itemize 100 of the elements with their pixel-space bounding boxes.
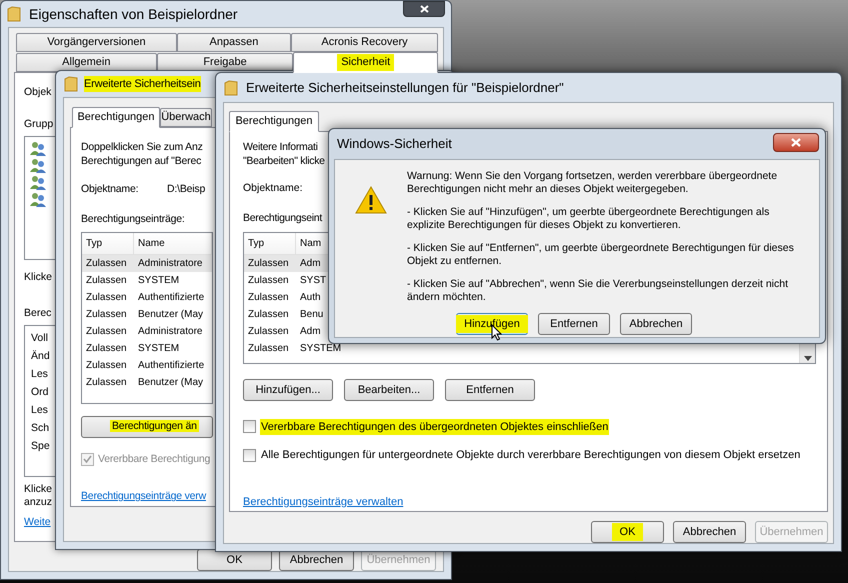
- down-arrow-icon[interactable]: [804, 356, 812, 360]
- description-text: Doppelklicken Sie zum Anz Berechtigungen auf "Berec: [81, 140, 203, 168]
- tab[interactable]: Allgemein: [16, 53, 157, 72]
- tab[interactable]: Berechtigungen: [72, 107, 160, 128]
- warning-text: - Klicken Sie auf "Abbrechen", wenn Sie die Vererbungseinstellungen derzeit nicht ändern möchten.: [407, 278, 790, 304]
- warning-text: - Klicken Sie auf "Entfernen", um geerbte übergeordnete Berechtigungen für dieses Objekt zu entfernen.: [407, 242, 795, 268]
- table-cell-text: Zulassen: [247, 308, 290, 322]
- table-cell-text: Benu: [299, 308, 324, 322]
- dialog-button[interactable]: Abbrechen: [620, 313, 692, 335]
- folder-icon: [64, 76, 78, 92]
- window-title: Eigenschaften von Beispielordner: [29, 4, 238, 24]
- hint-text: Klicke anzuz: [24, 483, 52, 509]
- table-cell-text: Zulassen: [85, 308, 128, 322]
- description-text: Weitere Informati "Bearbeiten" klicke: [243, 140, 325, 168]
- label: Grupp: [24, 116, 54, 132]
- table-cell-text: Zulassen: [85, 342, 128, 356]
- table-row[interactable]: Zulassen Administratore: [82, 322, 212, 340]
- dialog-button[interactable]: Entfernen: [538, 313, 610, 335]
- change-permissions-button[interactable]: Berechtigungen än: [81, 416, 213, 438]
- object-path: D:\Beisp: [167, 182, 206, 197]
- table-cell-text: SYST: [299, 274, 328, 288]
- link[interactable]: Berechtigungseinträge verw: [81, 489, 206, 505]
- user-group-icon: [30, 174, 47, 190]
- dialog-button[interactable]: Hinzufügen: [456, 313, 528, 335]
- list-item: Spe: [31, 439, 50, 454]
- tab[interactable]: Anpassen: [176, 33, 292, 52]
- column-header[interactable]: Name: [134, 232, 212, 254]
- table-row[interactable]: Zulassen SYSTEM: [82, 272, 212, 288]
- column-header[interactable]: Typ: [244, 232, 296, 254]
- window-title: Erweiterte Sicherheitsein: [84, 76, 201, 92]
- table-cell-text: Zulassen: [247, 290, 290, 304]
- table-cell-text: Zulassen: [85, 324, 128, 338]
- list-item: Voll: [31, 331, 48, 346]
- warning-icon: [355, 186, 387, 214]
- label: Berechtigungseint: [243, 210, 322, 226]
- warning-text: - Klicken Sie auf "Hinzufügen", um geerbte übergeordnete Berechtigungen als explizite Berechtigungen für dieses Objekt zu konvertieren.: [407, 206, 770, 232]
- window-title: Erweiterte Sicherheitseinstellungen für "Beispielordner": [246, 78, 564, 97]
- tab[interactable]: Vorgängerversionen: [16, 33, 177, 52]
- checkbox-label: Alle Berechtigungen für untergeordnete Objekte durch vererbbare Berechtigungen von diesem Objekt ersetzen: [260, 448, 802, 463]
- label: Objektname:: [243, 181, 303, 196]
- close-icon: [791, 138, 801, 147]
- list-item: Sch: [31, 421, 50, 436]
- close-button[interactable]: [773, 133, 819, 152]
- table-cell-text: Zulassen: [247, 342, 290, 356]
- user-group-icon: [30, 158, 47, 172]
- table-cell-text: Zulassen: [85, 290, 128, 304]
- dialog-button[interactable]: Hinzufügen...: [243, 378, 333, 400]
- table-cell-text: Zulassen: [247, 256, 290, 270]
- table-cell-text: Authentifizierte: [137, 290, 206, 304]
- table-cell-text: SYSTEM: [137, 274, 180, 288]
- label: Objektname:: [81, 182, 140, 197]
- user-group-icon: [30, 140, 47, 156]
- dialog-button[interactable]: Bearbeiten...: [344, 378, 434, 400]
- tab[interactable]: Acronis Recovery: [291, 33, 438, 52]
- label: Berec: [24, 306, 52, 322]
- close-icon: [420, 5, 428, 13]
- tab[interactable]: Überwach: [160, 108, 212, 127]
- table-cell-text: Benutzer (May: [137, 308, 204, 322]
- checkbox[interactable]: [243, 448, 256, 462]
- table-cell-text: Zulassen: [85, 376, 128, 390]
- dialog-button[interactable]: OK: [591, 521, 664, 543]
- table-row[interactable]: Zulassen Authentifizierte: [82, 288, 212, 306]
- table-cell-text: Zulassen: [85, 256, 128, 270]
- table-cell-text: Administratore: [137, 256, 204, 270]
- tab[interactable]: Berechtigungen: [229, 111, 319, 132]
- table-cell-text: Adm: [299, 256, 322, 270]
- table-row[interactable]: Zulassen Administratore: [82, 254, 212, 272]
- table-row[interactable]: Zulassen SYSTEM: [82, 340, 212, 356]
- dialog-button[interactable]: Entfernen: [445, 378, 535, 400]
- folder-icon: [224, 80, 238, 96]
- dialog-button[interactable]: Abbrechen: [673, 521, 746, 543]
- link[interactable]: Weite: [24, 515, 51, 531]
- table-row[interactable]: Zulassen Benutzer (May: [82, 306, 212, 322]
- table-cell-text: Adm: [299, 324, 322, 338]
- table-cell-text: Zulassen: [247, 274, 290, 288]
- table-cell-text: Zulassen: [85, 274, 128, 288]
- table-row[interactable]: Zulassen Benutzer (May: [82, 374, 212, 390]
- column-header[interactable]: Typ: [82, 232, 134, 254]
- label: Objek: [24, 85, 52, 100]
- warning-text: Warnung: Wenn Sie den Vorgang fortsetzen, werden vererbbare übergeordnete Berechtigungen nicht mehr an dieses Objekt weitergegeben.: [407, 170, 778, 196]
- folder-icon: [7, 6, 21, 22]
- close-button[interactable]: [403, 1, 445, 17]
- list-item: Änd: [31, 349, 50, 364]
- dialog-title: Windows-Sicherheit: [337, 135, 452, 154]
- list-item: Les: [31, 403, 48, 418]
- table-cell-text: Benutzer (May: [137, 376, 204, 390]
- table-cell-text: SYSTEM: [137, 342, 180, 356]
- table-cell-text: Authentifizierte: [137, 358, 206, 372]
- list-item: Les: [31, 367, 48, 382]
- table-row[interactable]: Zulassen SYSTEM: [244, 340, 799, 356]
- tab[interactable]: Sicherheit: [293, 52, 438, 73]
- table-cell-text: Auth: [299, 290, 322, 304]
- table-cell-text: Administratore: [137, 324, 204, 338]
- checkbox[interactable]: [243, 420, 256, 434]
- link[interactable]: Berechtigungseinträge verwalten: [243, 494, 404, 510]
- table-row[interactable]: Zulassen Authentifizierte: [82, 356, 212, 374]
- checkbox-label: Vererbbare Berechtigung: [98, 452, 210, 466]
- table-cell-text: SYSTEM: [299, 342, 342, 356]
- table-cell-text: Zulassen: [85, 358, 128, 372]
- label: Klicke: [24, 270, 52, 284]
